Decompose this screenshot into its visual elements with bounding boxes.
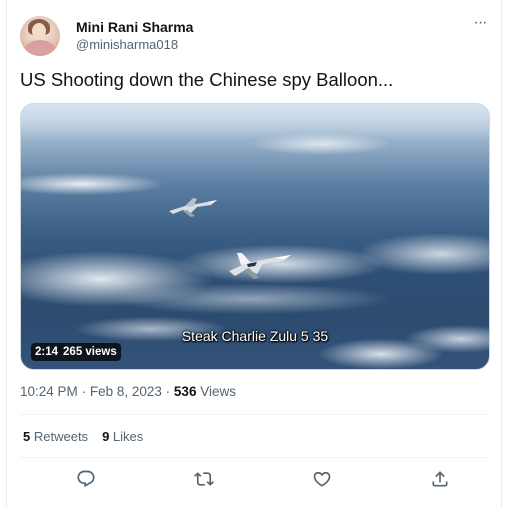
heart-icon	[313, 471, 331, 487]
video-info-badge: 2:14 265 views	[31, 343, 121, 361]
tweet-text: US Shooting down the Chinese spy Balloon…	[20, 69, 394, 90]
more-options-icon[interactable]: ···	[469, 15, 491, 36]
like-button[interactable]	[310, 467, 334, 491]
tweet-date[interactable]: Feb 8, 2023	[90, 384, 162, 399]
meta-separator: ·	[81, 384, 87, 399]
divider	[20, 414, 488, 415]
retweet-button[interactable]	[192, 467, 216, 491]
likes-count: 9	[102, 429, 110, 444]
tweet-card: Mini Rani Sharma @minisharma018 ··· US S…	[6, 0, 502, 507]
divider	[20, 457, 488, 458]
likes-label: Likes	[112, 429, 144, 444]
retweets-count: 5	[23, 429, 31, 444]
tweet-time[interactable]: 10:24 PM	[20, 384, 78, 399]
tweet-header: Mini Rani Sharma @minisharma018 ···	[20, 15, 491, 56]
fighter-jet-1	[169, 198, 217, 217]
avatar[interactable]	[20, 16, 60, 56]
video-subtitle: Steak Charlie Zulu 5 35	[181, 328, 329, 344]
retweets-stat[interactable]: 5 Retweets	[23, 429, 88, 444]
tweet-meta: 10:24 PM · Feb 8, 2023 · 536 Views	[20, 384, 236, 399]
reply-button[interactable]	[74, 467, 98, 491]
author-handle[interactable]: @minisharma018	[76, 37, 178, 52]
engagement-stats: 5 Retweets 9 Likes	[23, 429, 143, 444]
retweet-icon	[194, 472, 214, 486]
share-button[interactable]	[428, 467, 452, 491]
author-name[interactable]: Mini Rani Sharma	[76, 19, 193, 35]
action-bar	[20, 467, 488, 491]
retweets-label: Retweets	[33, 429, 89, 444]
video-player[interactable]: Steak Charlie Zulu 5 35 2:14 265 views	[20, 103, 490, 370]
share-icon	[432, 471, 448, 487]
video-views: 265 views	[63, 346, 117, 358]
video-duration: 2:14	[35, 346, 59, 358]
likes-stat[interactable]: 9 Likes	[102, 429, 143, 444]
meta-separator: ·	[165, 384, 171, 399]
reply-icon	[77, 470, 95, 488]
views-label: Views	[200, 384, 236, 399]
fighter-jet-2	[229, 253, 291, 279]
view-count: 536	[173, 384, 197, 399]
